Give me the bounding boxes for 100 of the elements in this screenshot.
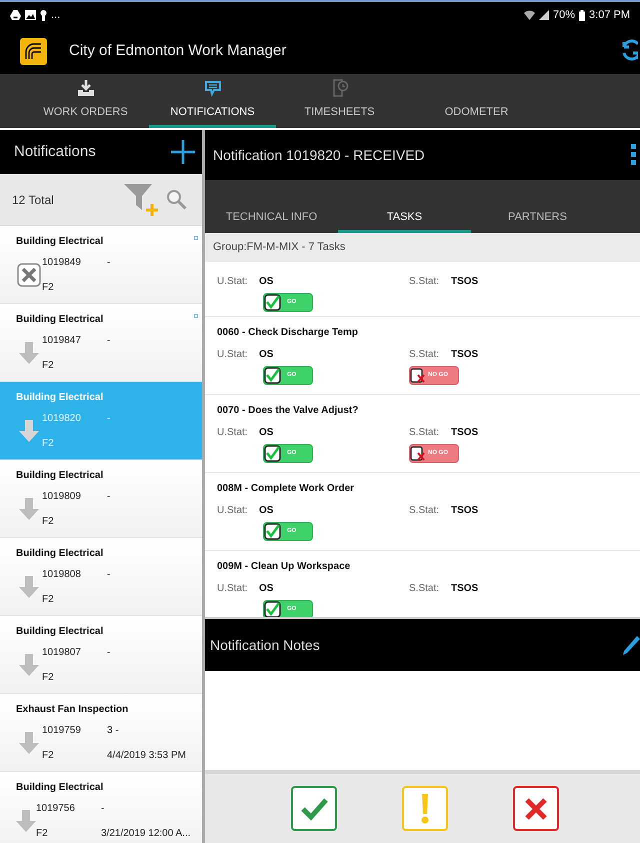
search-icon[interactable] — [166, 188, 188, 210]
checked-box-icon — [264, 367, 281, 384]
priority: F2 — [42, 593, 55, 607]
item-code: - — [107, 334, 110, 348]
more-indicator: ... — [51, 8, 60, 23]
user-status-label: U.Stat: — [217, 348, 249, 362]
priority: F2 — [42, 671, 55, 685]
notification-number: 1019849 — [42, 256, 82, 270]
detail-tab[interactable]: PARTNERS — [471, 208, 604, 233]
group-header: Group:FM-M-MIX - 7 Tasks — [205, 233, 640, 262]
approve-button[interactable] — [291, 786, 337, 831]
exclamation-icon — [421, 794, 429, 824]
add-icon[interactable] — [170, 139, 196, 165]
user-status: OS — [259, 582, 274, 596]
keyhole-icon — [40, 10, 47, 20]
item-code: - — [107, 646, 110, 660]
total-count: 12 Total — [12, 192, 54, 208]
system-status: TSOS — [451, 348, 478, 362]
main-tab[interactable]: TIMESHEETS — [276, 74, 403, 128]
x-icon — [524, 796, 548, 820]
clock-time: 3:07 PM — [589, 8, 630, 23]
app-logo — [20, 38, 47, 64]
notification-number: 1019808 — [42, 568, 82, 582]
item-code: 3 - — [107, 724, 119, 738]
priority: F2 — [42, 515, 55, 529]
item-code: - — [107, 412, 110, 426]
item-date: 3/21/2019 12:00 A... — [101, 827, 191, 841]
user-status-label: U.Stat: — [217, 426, 249, 440]
item-code: - — [107, 256, 110, 270]
main-tab[interactable]: ODOMETER — [413, 74, 540, 128]
system-status: TSOS — [451, 426, 478, 440]
image-icon — [25, 10, 36, 20]
task-title: 0060 - Check Discharge Temp — [217, 326, 359, 340]
item-code: - — [107, 490, 110, 504]
item-title: Exhaust Fan Inspection — [16, 703, 130, 717]
item-title: Building Electrical — [16, 235, 104, 249]
system-status: TSOS — [451, 504, 478, 518]
priority: F2 — [42, 281, 55, 295]
system-status-label: S.Stat: — [409, 348, 440, 362]
system-status-label: S.Stat: — [409, 275, 440, 289]
item-title: Building Electrical — [16, 625, 104, 639]
detail-title: Notification 1019820 - RECEIVED — [213, 146, 425, 164]
task-title: 009M - Clean Up Workspace — [217, 560, 352, 574]
item-title: Building Electrical — [16, 469, 104, 483]
detail-tab[interactable]: TECHNICAL INFO — [205, 208, 338, 233]
item-title: Building Electrical — [16, 391, 104, 405]
download-tray-icon — [76, 78, 96, 98]
notification-number: 1019807 — [42, 646, 82, 660]
down-arrow-icon — [16, 810, 36, 832]
down-arrow-icon — [19, 654, 39, 676]
system-status: TSOS — [451, 275, 478, 289]
crossed-box-icon — [410, 367, 427, 384]
task-title: 0070 - Does the Valve Adjust? — [217, 404, 360, 418]
priority: F2 — [42, 437, 55, 451]
user-status: OS — [259, 504, 274, 518]
down-arrow-icon — [19, 732, 39, 754]
down-arrow-icon — [19, 498, 39, 520]
battery-icon — [579, 10, 586, 20]
battery-percentage: 70% — [553, 8, 576, 23]
down-arrow-icon — [19, 420, 39, 442]
pencil-icon[interactable] — [623, 635, 640, 655]
notes-title: Notification Notes — [210, 636, 320, 654]
main-tab[interactable]: WORK ORDERS — [22, 74, 149, 128]
item-code: - — [107, 568, 110, 582]
user-status: OS — [259, 426, 274, 440]
checked-box-icon — [264, 523, 281, 540]
priority: F2 — [42, 749, 55, 763]
system-status-label: S.Stat: — [409, 582, 440, 596]
priority: F2 — [42, 359, 55, 373]
drive-icon — [10, 10, 21, 20]
item-title: Building Electrical — [16, 313, 104, 327]
user-status-label: U.Stat: — [217, 582, 249, 596]
more-options-icon[interactable] — [631, 144, 636, 166]
app-title: City of Edmonton Work Manager — [69, 40, 286, 61]
check-icon — [300, 796, 328, 820]
system-status: TSOS — [451, 582, 478, 596]
notification-number: 1019759 — [42, 724, 82, 738]
wifi-icon — [524, 10, 535, 20]
reject-button[interactable] — [513, 786, 559, 831]
system-status-label: S.Stat: — [409, 504, 440, 518]
notification-number: 1019847 — [42, 334, 82, 348]
user-status-label: U.Stat: — [217, 504, 249, 518]
user-status-label: U.Stat: — [217, 275, 249, 289]
cancel-box-icon — [17, 263, 41, 287]
item-title: Building Electrical — [16, 781, 104, 795]
item-title: Building Electrical — [16, 547, 104, 561]
system-status-label: S.Stat: — [409, 426, 440, 440]
task-title: 008M - Complete Work Order — [217, 482, 356, 496]
notification-number: 1019820 — [42, 412, 82, 426]
user-status: OS — [259, 348, 274, 362]
item-date: 4/4/2019 3:53 PM — [107, 749, 186, 763]
down-arrow-icon — [19, 342, 39, 364]
crossed-box-icon — [410, 445, 427, 462]
notification-number: 1019809 — [42, 490, 82, 504]
item-code: - — [101, 802, 104, 816]
priority: F2 — [36, 827, 49, 841]
user-status: OS — [259, 275, 274, 289]
down-arrow-icon — [19, 576, 39, 598]
checked-box-icon — [264, 294, 281, 311]
sync-icon[interactable] — [620, 39, 638, 63]
